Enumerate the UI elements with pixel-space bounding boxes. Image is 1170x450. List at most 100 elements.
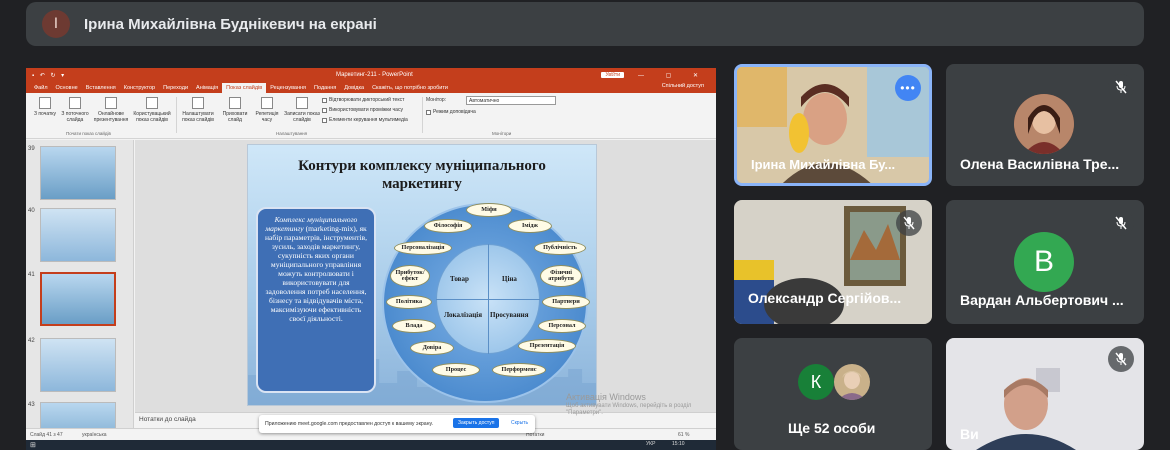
tab-design[interactable]: Конструктор xyxy=(120,85,159,93)
more-participants-tile[interactable]: К Ще 52 особи xyxy=(734,338,932,450)
present-online-button[interactable]: Онлайнове презентування xyxy=(90,97,132,123)
monitor-select[interactable]: Автоматично xyxy=(466,96,556,105)
tab-animations[interactable]: Анімація xyxy=(192,85,222,93)
windows-start-icon[interactable]: ⊞ xyxy=(30,441,36,449)
record-show-button[interactable]: Записати показ слайдів xyxy=(282,97,322,123)
quadrant-product: Товар xyxy=(450,275,469,283)
presenter-avatar: І xyxy=(42,10,70,38)
pill-myths: Міфи xyxy=(466,203,512,217)
participant-avatar xyxy=(1014,94,1074,154)
hide-slide-button[interactable]: Приховати слайд xyxy=(218,97,252,123)
ribbon: З початку З поточного слайда Онлайнове п… xyxy=(26,93,716,139)
pill-performance: Перформенс xyxy=(492,363,546,377)
group-monitors-label: Монітори xyxy=(492,131,512,136)
current-slide[interactable]: Контури комплексу муніципального маркети… xyxy=(247,144,597,406)
tab-review[interactable]: Рецензування xyxy=(266,85,310,93)
setup-show-button[interactable]: Налаштувати показ слайдів xyxy=(178,97,218,123)
pill-partners: Партнери xyxy=(542,295,590,309)
checkbox-icon xyxy=(322,117,327,123)
share-button[interactable]: Спільний доступ xyxy=(658,83,708,91)
play-current-icon xyxy=(69,97,81,109)
slide-canvas: Контури комплексу муніципального маркети… xyxy=(135,140,716,412)
document-title: Маркетинг-211 - PowerPoint xyxy=(336,72,413,78)
ribbon-separator xyxy=(422,97,423,133)
hide-slide-icon xyxy=(229,97,241,109)
participant-name: Олександр Сергійов... xyxy=(748,290,902,306)
pill-image: Імідж xyxy=(508,219,552,233)
participant-tile-iryna[interactable]: ••• Ірина Михайлівна Бу... xyxy=(734,64,932,186)
custom-show-icon xyxy=(146,97,158,109)
avatar-photo xyxy=(834,364,870,400)
pill-publicity: Публічність xyxy=(534,241,586,255)
tab-slideshow[interactable]: Показ слайдів xyxy=(222,83,267,93)
windows-taskbar: ⊞ УКР 15:10 xyxy=(26,440,716,450)
keyboard-layout[interactable]: УКР xyxy=(646,441,655,447)
from-beginning-button[interactable]: З початку xyxy=(28,97,62,117)
participant-tile-vardan[interactable]: В Вардан Альбертович ... xyxy=(946,200,1144,324)
quadrant-place: Локалізація xyxy=(444,311,482,319)
narrations-checkbox[interactable]: Відтворювати дикторський текст xyxy=(322,97,404,103)
timer-icon xyxy=(261,97,273,109)
participant-avatar: В xyxy=(1014,232,1074,292)
tab-insert[interactable]: Вставлення xyxy=(82,85,120,93)
pill-staff: Персонал xyxy=(538,319,586,333)
participant-name: Вардан Альбертович ... xyxy=(960,292,1124,308)
tab-home[interactable]: Основне xyxy=(52,85,82,93)
tab-file[interactable]: Файл xyxy=(30,85,52,93)
participant-avatar: К xyxy=(798,364,834,400)
checkbox-icon xyxy=(322,97,327,103)
mic-off-icon xyxy=(1108,346,1134,372)
media-controls-checkbox[interactable]: Елементи керування мультимедіа xyxy=(322,117,408,123)
zoom-level[interactable]: 61 % xyxy=(678,432,689,438)
presenting-text: Ірина Михайлівна Буднікевич на екрані xyxy=(84,15,377,33)
tab-transitions[interactable]: Переходи xyxy=(159,85,192,93)
stop-sharing-button[interactable]: Закрыть доступ xyxy=(453,418,500,428)
timings-checkbox[interactable]: Використовувати проміжки часу xyxy=(322,107,403,113)
self-name: Ви xyxy=(960,426,979,442)
ppt-title-bar: ▪ ↶ ↻ ▾ Маркетинг-211 - PowerPoint Увійт… xyxy=(26,68,716,82)
language-indicator[interactable]: українська xyxy=(82,432,107,438)
monitor-label: Монітор: xyxy=(426,97,447,103)
tell-me-search[interactable]: Скажіть, що потрібно зробити xyxy=(368,85,452,93)
from-current-button[interactable]: З поточного слайда xyxy=(58,97,92,123)
pill-profit: Прибуток/ ефект xyxy=(390,265,430,287)
quadrant-price: Ціна xyxy=(502,275,517,283)
avatar-photo xyxy=(1014,94,1074,154)
pill-presentation: Презентація xyxy=(518,339,576,353)
tab-help[interactable]: Довідка xyxy=(340,85,368,93)
slide-title: Контури комплексу муніципального маркети… xyxy=(298,158,546,192)
mic-off-icon xyxy=(1108,74,1134,100)
shared-screen: ▪ ↶ ↻ ▾ Маркетинг-211 - PowerPoint Увійт… xyxy=(26,68,716,440)
rehearse-timings-button[interactable]: Репетиція часу xyxy=(250,97,284,123)
self-tile[interactable]: Ви xyxy=(946,338,1144,450)
thumb-number: 42 xyxy=(28,338,35,344)
hide-notification-button[interactable]: Скрыть xyxy=(511,420,528,426)
play-icon xyxy=(39,97,51,109)
slide-counter: Слайд 41 з 47 xyxy=(30,432,63,438)
participant-name: Олена Василівна Тре... xyxy=(960,156,1120,172)
pill-power: Влада xyxy=(392,319,436,333)
definition-box: Комплекс муніципального маркетингу (mark… xyxy=(256,207,376,393)
windows-activation-watermark: Активація Windows Щоб активувати Windows… xyxy=(566,392,692,417)
thumb-number: 39 xyxy=(28,146,35,152)
pill-trust: Довіра xyxy=(410,341,454,355)
custom-show-button[interactable]: Користувацький показ слайдів xyxy=(130,97,174,123)
slide-thumb-39[interactable] xyxy=(40,146,116,200)
online-icon xyxy=(105,97,117,109)
presenter-view-checkbox[interactable]: Режим доповідача xyxy=(426,109,476,115)
slide-thumb-42[interactable] xyxy=(40,338,116,392)
participant-tile-oleksandr[interactable]: Олександр Сергійов... xyxy=(734,200,932,324)
slide-thumb-41[interactable] xyxy=(40,272,116,326)
thumb-number: 43 xyxy=(28,402,35,408)
taskbar-clock: 15:10 xyxy=(672,441,685,447)
quick-access-toolbar[interactable]: ▪ ↶ ↻ ▾ xyxy=(32,72,66,79)
more-options-button[interactable]: ••• xyxy=(895,75,921,101)
participant-name: Ірина Михайлівна Бу... xyxy=(751,157,896,172)
pill-personalization: Персоналізація xyxy=(394,241,452,255)
more-participants-label: Ще 52 особи xyxy=(788,420,876,436)
tab-view[interactable]: Подання xyxy=(310,85,340,93)
window-controls[interactable]: ▭ — ▢ ✕ xyxy=(611,72,708,79)
participant-tile-olena[interactable]: Олена Василівна Тре... xyxy=(946,64,1144,186)
slide-thumb-40[interactable] xyxy=(40,208,116,262)
setup-icon xyxy=(192,97,204,109)
